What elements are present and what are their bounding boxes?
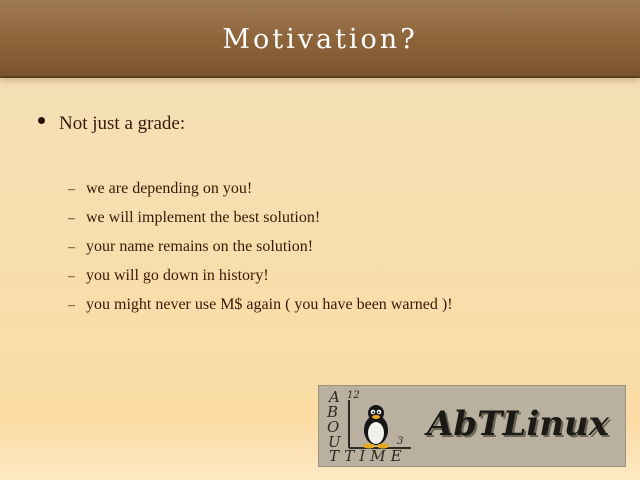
- main-bullet-text: Not just a grade:: [59, 113, 186, 134]
- sub-bullet-item: – we are depending on you!: [68, 180, 453, 209]
- sub-bullet-text: you might never use M$ again ( you have …: [86, 296, 453, 313]
- sub-bullet-item: – your name remains on the solution!: [68, 238, 453, 267]
- abtlinux-logo: A B O U TTIME 12 3 AbTLinux: [318, 385, 626, 467]
- slide-title: Motivation?: [222, 24, 418, 55]
- dash-icon: –: [68, 240, 75, 255]
- logo-text: AbTLinux: [427, 404, 609, 444]
- dash-icon: –: [68, 269, 75, 284]
- bullet-dot-icon: [38, 116, 45, 124]
- sub-bullet-text: you will go down in history!: [86, 267, 269, 284]
- about-time-emblem: A B O U TTIME 12 3: [319, 386, 419, 466]
- sub-bullet-list: – we are depending on you! – we will imp…: [68, 180, 453, 325]
- dash-icon: –: [68, 298, 75, 313]
- tux-penguin-icon: [348, 400, 411, 449]
- sub-bullet-text: your name remains on the solution!: [86, 238, 314, 255]
- title-bar: Motivation?: [0, 0, 640, 78]
- sub-bullet-text: we are depending on you!: [86, 180, 253, 197]
- sub-bullet-item: – you might never use M$ again ( you hav…: [68, 296, 453, 325]
- dash-icon: –: [68, 211, 75, 226]
- main-bullet: Not just a grade:: [38, 113, 185, 135]
- dash-icon: –: [68, 182, 75, 197]
- sub-bullet-item: – you will go down in history!: [68, 267, 453, 296]
- sub-bullet-text: we will implement the best solution!: [86, 209, 321, 226]
- sub-bullet-item: – we will implement the best solution!: [68, 209, 453, 238]
